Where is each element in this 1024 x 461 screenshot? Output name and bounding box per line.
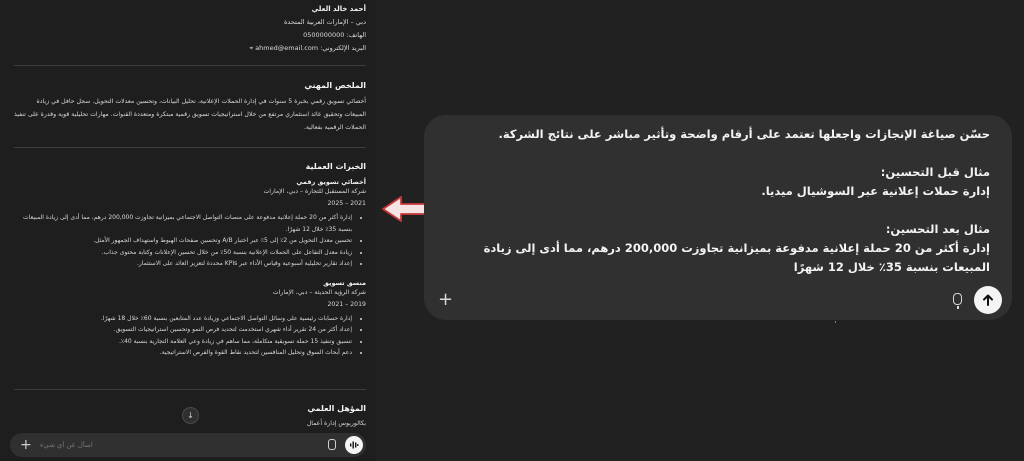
- list-item: إعداد تقارير تحليلية أسبوعية وقياس الأدا…: [14, 258, 352, 270]
- chevron-down-icon: ↓: [187, 411, 194, 420]
- after-text: إدارة أكثر من 20 حملة إعلانية مدفوعة بمي…: [483, 241, 990, 274]
- divider: [14, 147, 366, 148]
- send-button[interactable]: [974, 286, 1002, 314]
- before-label: مثال قبل التحسين:: [880, 165, 990, 179]
- experience-section: الخبرات العملية أخصائي تسويق رقمي شركة ا…: [14, 162, 366, 359]
- before-text: إدارة حملات إعلانية عبر السوشيال ميديا.: [761, 184, 990, 198]
- list-item: إدارة أكثر من 20 حملة إعلانية مدفوعة على…: [14, 212, 352, 235]
- waveform-icon: [350, 441, 359, 449]
- voice-mode-button[interactable]: [345, 436, 363, 454]
- summary-section: الملخص المهني أخصائي تسويق رقمي بخبرة 5 …: [14, 81, 366, 134]
- email-marker-icon: ⌖: [249, 44, 254, 52]
- composer-line: حسّن صياغة الإنجازات واجعلها تعتمد على أ…: [498, 127, 990, 141]
- list-item: إعداد أكثر من 24 تقرير أداء شهري استخدمت…: [14, 324, 352, 336]
- resume-document: أحمد خالد العلي دبي – الإمارات العربية ا…: [0, 0, 376, 461]
- microphone-icon[interactable]: [328, 439, 336, 450]
- list-item: إدارة حسابات رئيسية على وسائل التواصل ال…: [14, 313, 352, 325]
- job-dates: 2021 – 2025: [327, 200, 366, 207]
- microphone-stem: [957, 306, 959, 309]
- contact-email: البريد الإلكتروني: ahmed@email.com ⌖: [14, 42, 366, 55]
- job-dates: 2019 – 2021: [327, 300, 366, 308]
- decorative-mark: ·: [834, 318, 837, 328]
- list-item: زيادة معدل التفاعل على الحملات الإعلانية…: [14, 247, 352, 259]
- after-label: مثال بعد التحسين:: [885, 222, 990, 236]
- experience-heading: الخبرات العملية: [305, 162, 366, 171]
- job-entry: منسق تسويق شركة الرؤية الحديثة – دبي، ال…: [14, 279, 366, 359]
- chat-input-bar: +: [10, 433, 366, 459]
- contact-phone: الهاتف: 0500000000: [303, 31, 366, 39]
- chat-composer: حسّن صياغة الإنجازات واجعلها تعتمد على أ…: [424, 115, 1012, 320]
- summary-heading: الملخص المهني: [304, 81, 366, 90]
- divider: [14, 389, 366, 390]
- job-company: شركة الرؤية الحديثة – دبي، الإمارات: [272, 288, 366, 296]
- microphone-icon[interactable]: [953, 293, 962, 305]
- composer-text[interactable]: حسّن صياغة الإنجازات واجعلها تعتمد على أ…: [438, 125, 990, 277]
- list-item: دعم أبحاث السوق وتحليل المنافسين لتحديد …: [14, 347, 352, 359]
- list-item: تنسيق وتنفيذ 15 حملة تسويقية متكاملة، مم…: [14, 336, 352, 348]
- job-company: شركة المستقبل للتجارة – دبي، الإمارات: [263, 188, 366, 195]
- contact-block: أحمد خالد العلي دبي – الإمارات العربية ا…: [14, 3, 366, 55]
- contact-name: أحمد خالد العلي: [311, 5, 366, 13]
- arrow-up-icon: [983, 294, 993, 306]
- summary-text: أخصائي تسويق رقمي بخبرة 5 سنوات في إدارة…: [14, 98, 366, 131]
- contact-email-text: البريد الإلكتروني: ahmed@email.com: [255, 44, 366, 52]
- job-title: منسق تسويق: [323, 278, 366, 287]
- job-entry: أخصائي تسويق رقمي شركة المستقبل للتجارة …: [14, 178, 366, 270]
- message-input[interactable]: [38, 433, 312, 459]
- divider: [14, 65, 366, 66]
- contact-location: دبي – الإمارات العربية المتحدة: [284, 18, 366, 26]
- add-attachment-button[interactable]: +: [20, 436, 32, 454]
- list-item: تحسين معدل التحويل من 2٪ إلى 5٪ عبر اختب…: [14, 235, 352, 247]
- scroll-down-button[interactable]: ↓: [182, 407, 199, 424]
- add-attachment-button[interactable]: +: [438, 291, 453, 309]
- job-title: أخصائي تسويق رقمي: [296, 178, 366, 186]
